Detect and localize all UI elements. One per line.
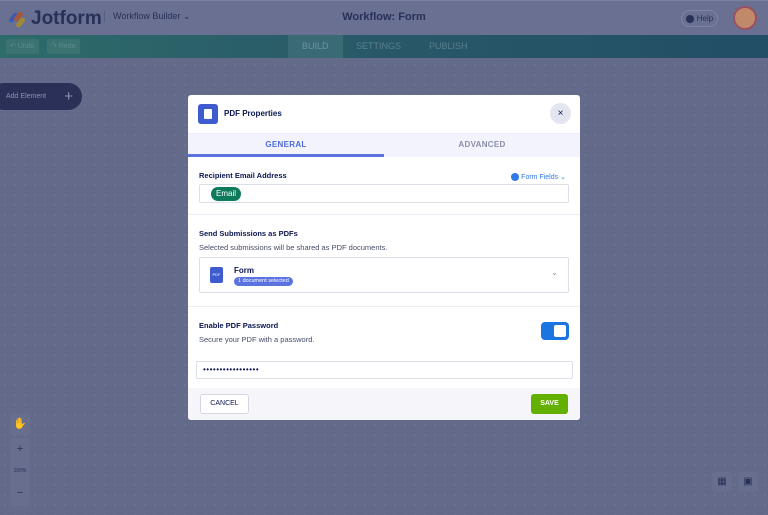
form-select[interactable]: PDF Form 1 document selected ⌄: [199, 257, 569, 293]
modal-tabs: GENERAL ADVANCED: [188, 133, 580, 157]
builder-toolbar: ↶ Undo ↷ Redo BUILD SETTINGS PUBLISH: [0, 35, 768, 58]
close-button[interactable]: ×: [550, 103, 571, 124]
save-button[interactable]: SAVE: [531, 394, 568, 414]
selected-count-badge: 1 document selected: [234, 277, 293, 286]
form-fields-icon: [511, 173, 520, 181]
send-pdf-section: Send Submissions as PDFs Selected submis…: [188, 215, 580, 307]
send-pdf-description: Selected submissions will be shared as P…: [199, 243, 388, 252]
help-icon: [685, 14, 694, 23]
layout-button[interactable]: ▦: [712, 472, 732, 492]
form-fields-dropdown[interactable]: Form Fields ⌄: [511, 173, 566, 181]
minimap-icon: ▣: [743, 476, 753, 487]
modal-header: PDF Properties ×: [188, 95, 580, 133]
zoom-level: 100%: [13, 468, 27, 474]
recipient-label: Recipient Email Address: [199, 171, 287, 180]
hand-icon: ✋: [13, 418, 27, 430]
avatar[interactable]: [733, 6, 757, 30]
help-button[interactable]: Help: [681, 10, 718, 27]
toggle-knob: [554, 325, 566, 337]
tab-publish[interactable]: PUBLISH: [415, 35, 482, 58]
hand-tool-button[interactable]: ✋: [10, 413, 30, 435]
top-bar: Jotform Workflow Builder ⌄ Workflow: For…: [0, 0, 768, 35]
tab-general[interactable]: GENERAL: [188, 134, 384, 157]
password-toggle[interactable]: [541, 322, 569, 340]
form-fields-label: Form Fields: [521, 173, 559, 181]
redo-button[interactable]: ↷ Redo: [47, 39, 80, 54]
plus-icon: +: [64, 88, 73, 105]
zoom-in-button[interactable]: +: [10, 438, 30, 460]
modal-title: PDF Properties: [224, 109, 282, 118]
password-label: Enable PDF Password: [199, 321, 279, 330]
tab-build[interactable]: BUILD: [288, 35, 343, 58]
zoom-controls: + 100% −: [10, 438, 30, 506]
undo-button[interactable]: ↶ Undo: [6, 39, 39, 54]
recipient-section: Recipient Email Address Form Fields ⌄ Ema…: [188, 157, 580, 215]
email-field-chip[interactable]: Email: [211, 187, 242, 201]
password-description: Secure your PDF with a password.: [199, 335, 315, 344]
modal-footer: CANCEL SAVE: [188, 388, 580, 420]
zoom-out-button[interactable]: −: [10, 482, 30, 504]
tab-settings[interactable]: SETTINGS: [342, 35, 415, 58]
minimap-button[interactable]: ▣: [738, 472, 758, 492]
help-label: Help: [696, 14, 714, 23]
password-input[interactable]: •••••••••••••••••: [196, 361, 573, 379]
redo-label: Redo: [58, 43, 76, 50]
add-element-button[interactable]: Add Element +: [0, 83, 82, 110]
form-name: Form: [234, 266, 254, 275]
grid-icon: ▦: [717, 476, 727, 487]
pdf-file-icon: PDF: [210, 267, 223, 283]
send-pdf-label: Send Submissions as PDFs: [199, 229, 298, 238]
chevron-down-icon: ⌄: [551, 268, 558, 277]
pdf-document-icon: [198, 104, 218, 124]
add-element-label: Add Element: [6, 93, 47, 100]
tab-advanced[interactable]: ADVANCED: [384, 134, 580, 157]
cancel-button[interactable]: CANCEL: [200, 394, 249, 414]
chevron-down-icon: ⌄: [560, 174, 566, 181]
pdf-properties-modal: PDF Properties × GENERAL ADVANCED Recipi…: [188, 95, 580, 420]
undo-label: Undo: [17, 43, 35, 50]
recipient-email-input[interactable]: Email: [199, 184, 569, 203]
page-title: Workflow: Form: [342, 11, 426, 23]
